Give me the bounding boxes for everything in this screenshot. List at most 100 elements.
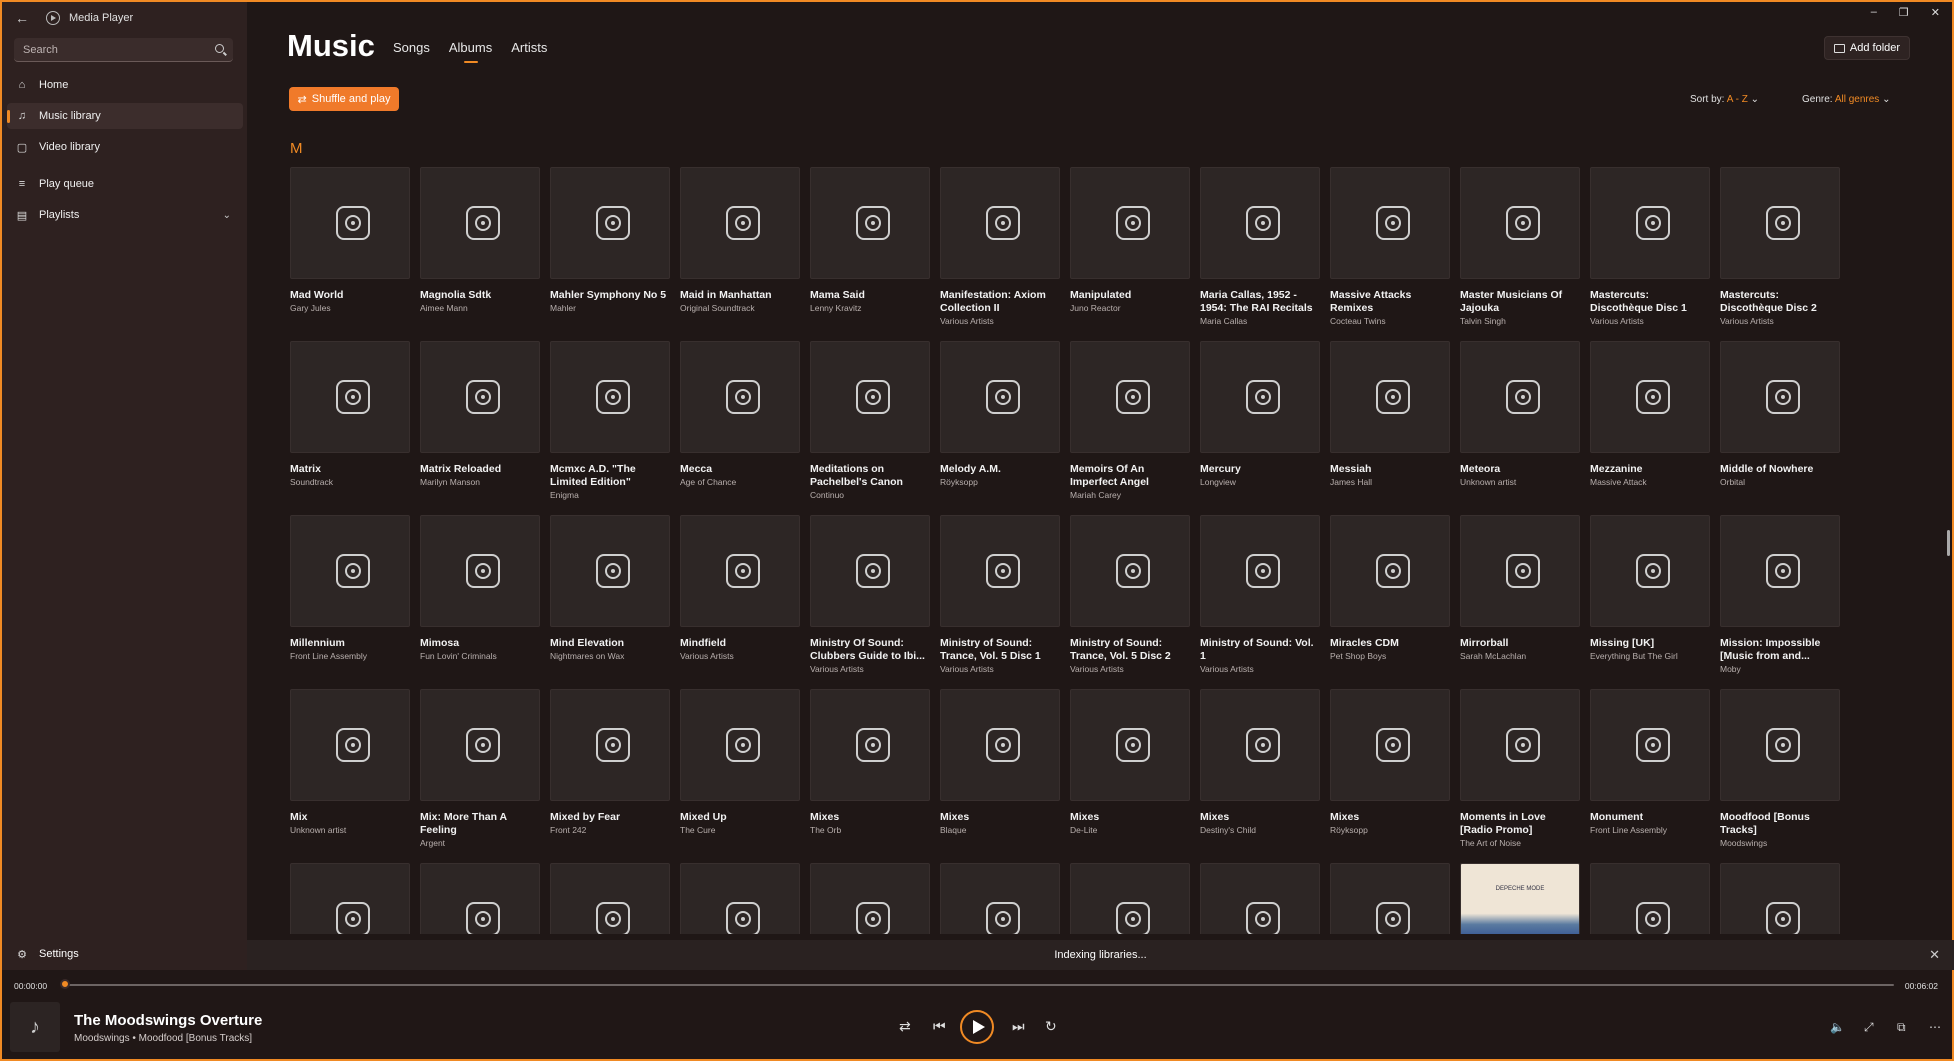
album-placeholder[interactable] (1720, 167, 1840, 279)
album-placeholder[interactable] (550, 167, 670, 279)
album-card[interactable] (1720, 863, 1840, 934)
search-icon[interactable] (215, 44, 224, 53)
album-placeholder[interactable] (680, 515, 800, 627)
next-icon[interactable]: ⏭ (1012, 1018, 1025, 1035)
album-placeholder[interactable] (1590, 341, 1710, 453)
album-placeholder[interactable] (1070, 689, 1190, 801)
album-placeholder[interactable] (1200, 167, 1320, 279)
album-card[interactable]: Maria Callas, 1952 - 1954: The RAI Recit… (1200, 167, 1320, 327)
now-playing-art[interactable]: ♪ (10, 1002, 60, 1052)
album-placeholder[interactable] (1720, 863, 1840, 934)
genre-dropdown[interactable]: Genre: All genres ⌄ (1802, 94, 1890, 105)
album-card[interactable]: Ministry Of Sound: Clubbers Guide to Ibi… (810, 515, 930, 675)
shuffle-and-play-button[interactable]: ⇄ Shuffle and play (289, 87, 399, 111)
album-placeholder[interactable] (810, 341, 930, 453)
section-letter[interactable]: M (290, 140, 303, 157)
album-placeholder[interactable] (1330, 863, 1450, 934)
album-card[interactable]: Maid in Manhattan Original Soundtrack (680, 167, 800, 314)
album-card[interactable]: Mix Unknown artist (290, 689, 410, 836)
album-placeholder[interactable] (940, 689, 1060, 801)
album-card[interactable]: Mixes Blaque (940, 689, 1060, 836)
album-card[interactable] (1330, 863, 1450, 934)
more-options-icon[interactable]: ⋯ (1929, 1020, 1941, 1034)
song-title[interactable]: The Moodswings Overture (74, 1012, 262, 1029)
shuffle-icon[interactable]: ⇄ (899, 1018, 911, 1035)
album-cover-art[interactable]: DEPECHE MODE (1460, 863, 1580, 934)
sidebar-item-home[interactable]: ⌂ Home (7, 72, 243, 98)
album-card[interactable]: Mixes Röyksopp (1330, 689, 1450, 836)
album-card[interactable] (290, 863, 410, 934)
album-card[interactable]: Mix: More Than A Feeling Argent (420, 689, 540, 849)
album-card[interactable]: Mixed Up The Cure (680, 689, 800, 836)
album-card[interactable]: Mad World Gary Jules (290, 167, 410, 314)
album-card[interactable]: Moments in Love [Radio Promo] The Art of … (1460, 689, 1580, 849)
album-card[interactable]: Mimosa Fun Lovin' Criminals (420, 515, 540, 662)
album-card[interactable] (420, 863, 540, 934)
album-placeholder[interactable] (680, 863, 800, 934)
album-placeholder[interactable] (1200, 863, 1320, 934)
album-placeholder[interactable] (1460, 167, 1580, 279)
back-arrow-icon[interactable]: ← (12, 8, 32, 28)
album-placeholder[interactable] (550, 863, 670, 934)
album-card[interactable] (680, 863, 800, 934)
album-card[interactable]: Mission: Impossible [Music from and... Mo… (1720, 515, 1840, 675)
album-card[interactable]: Mercury Longview (1200, 341, 1320, 488)
album-card[interactable]: Master Musicians Of Jajouka Talvin Singh (1460, 167, 1580, 327)
album-placeholder[interactable] (1330, 341, 1450, 453)
album-placeholder[interactable] (1590, 515, 1710, 627)
album-placeholder[interactable] (1200, 689, 1320, 801)
album-card[interactable] (1200, 863, 1320, 934)
scrollbar[interactable] (1947, 530, 1950, 556)
album-placeholder[interactable] (420, 515, 540, 627)
album-card[interactable]: Miracles CDM Pet Shop Boys (1330, 515, 1450, 662)
album-card[interactable]: Memoirs Of An Imperfect Angel Mariah Care… (1070, 341, 1190, 501)
album-placeholder[interactable] (1200, 341, 1320, 453)
sidebar-item-video-library[interactable]: ▢ Video library (7, 134, 243, 160)
album-placeholder[interactable] (1590, 863, 1710, 934)
album-card[interactable]: Mastercuts: Discothèque Disc 2 Various Ar… (1720, 167, 1840, 327)
album-card[interactable]: Mirrorball Sarah McLachlan (1460, 515, 1580, 662)
album-placeholder[interactable] (1460, 341, 1580, 453)
album-placeholder[interactable] (550, 689, 670, 801)
album-card[interactable]: Mixed by Fear Front 242 (550, 689, 670, 836)
album-placeholder[interactable] (940, 167, 1060, 279)
album-placeholder[interactable] (290, 689, 410, 801)
album-card[interactable]: Mindfield Various Artists (680, 515, 800, 662)
album-card[interactable]: DEPECHE MODE (1460, 863, 1580, 934)
album-card[interactable]: Matrix Reloaded Marilyn Manson (420, 341, 540, 488)
album-placeholder[interactable] (810, 689, 930, 801)
album-placeholder[interactable] (550, 341, 670, 453)
album-card[interactable]: Matrix Soundtrack (290, 341, 410, 488)
album-card[interactable]: Meditations on Pachelbel's Canon Continuo (810, 341, 930, 501)
album-card[interactable]: Mezzanine Massive Attack (1590, 341, 1710, 488)
minimize-icon[interactable]: – (1871, 6, 1877, 18)
album-placeholder[interactable] (1460, 515, 1580, 627)
previous-icon[interactable]: ⏮ (933, 1018, 946, 1035)
album-placeholder[interactable] (1330, 515, 1450, 627)
seek-thumb[interactable] (60, 979, 70, 989)
album-placeholder[interactable] (1720, 689, 1840, 801)
album-placeholder[interactable] (1070, 167, 1190, 279)
album-card[interactable]: Monument Front Line Assembly (1590, 689, 1710, 836)
sort-dropdown[interactable]: Sort by: A - Z ⌄ (1690, 94, 1759, 105)
album-placeholder[interactable] (680, 167, 800, 279)
add-folder-button[interactable]: Add folder (1824, 36, 1910, 60)
album-card[interactable]: Millennium Front Line Assembly (290, 515, 410, 662)
album-card[interactable]: Mcmxc A.D. "The Limited Edition" Enigma (550, 341, 670, 501)
album-placeholder[interactable] (1590, 689, 1710, 801)
album-card[interactable]: Missing [UK] Everything But The Girl (1590, 515, 1710, 662)
album-placeholder[interactable] (290, 167, 410, 279)
tab-albums[interactable]: Albums (449, 40, 492, 55)
album-card[interactable]: Mahler Symphony No 5 Mahler (550, 167, 670, 314)
album-card[interactable] (810, 863, 930, 934)
album-placeholder[interactable] (1070, 341, 1190, 453)
album-placeholder[interactable] (680, 341, 800, 453)
album-placeholder[interactable] (420, 341, 540, 453)
maximize-icon[interactable]: ❐ (1899, 6, 1909, 19)
album-placeholder[interactable] (1460, 689, 1580, 801)
album-placeholder[interactable] (1070, 863, 1190, 934)
album-placeholder[interactable] (290, 863, 410, 934)
settings-button[interactable]: ⚙ Settings (7, 942, 79, 966)
sidebar-item-playlists[interactable]: ▤ Playlists ⌄ (7, 202, 243, 228)
search-box[interactable] (14, 38, 233, 62)
